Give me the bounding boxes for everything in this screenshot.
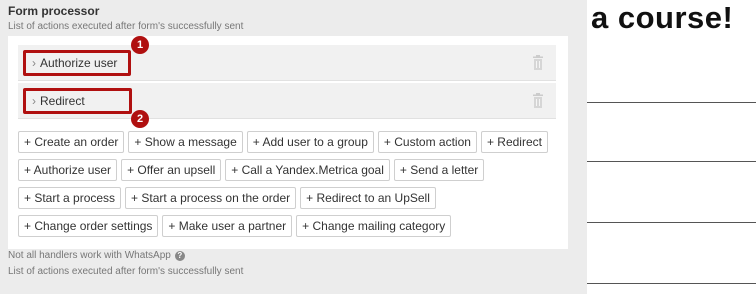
add-make-user-partner-button[interactable]: + Make user a partner <box>162 215 293 237</box>
button-line: + Change order settings + Make user a pa… <box>18 215 548 237</box>
add-offer-upsell-button[interactable]: + Offer an upsell <box>121 159 222 181</box>
add-change-mailing-category-button[interactable]: + Change mailing category <box>296 215 452 237</box>
add-change-order-settings-button[interactable]: + Change order settings <box>18 215 159 237</box>
trash-icon[interactable] <box>532 93 544 109</box>
divider <box>587 161 756 162</box>
button-line: + Create an order + Show a message + Add… <box>18 131 548 153</box>
add-redirect-button[interactable]: + Redirect <box>480 131 548 153</box>
button-line: + Authorize user + Offer an upsell + Cal… <box>18 159 548 181</box>
divider <box>587 102 756 103</box>
whatsapp-note-text: Not all handlers work with WhatsApp <box>8 250 171 261</box>
trash-icon[interactable] <box>532 55 544 71</box>
add-user-to-group-button[interactable]: + Add user to a group <box>246 131 374 153</box>
add-action-buttons: + Create an order + Show a message + Add… <box>18 131 548 243</box>
question-circle-icon[interactable]: ? <box>174 250 185 261</box>
highlight-box <box>23 50 131 76</box>
divider <box>587 222 756 223</box>
step-badge: 2 <box>131 110 149 128</box>
add-send-letter-button[interactable]: + Send a letter <box>393 159 485 181</box>
step-badge: 1 <box>131 36 149 54</box>
add-custom-action-button[interactable]: + Custom action <box>377 131 477 153</box>
divider <box>587 283 756 284</box>
whatsapp-note: Not all handlers work with WhatsApp ? <box>8 250 185 261</box>
add-show-message-button[interactable]: + Show a message <box>128 131 243 153</box>
form-processor-panel: Form processor List of actions executed … <box>0 0 587 294</box>
panel-title: Form processor <box>8 4 100 18</box>
highlight-box <box>23 88 132 114</box>
footer-description: List of actions executed after form's su… <box>8 266 244 277</box>
page-heading: a course! <box>591 0 734 35</box>
add-start-process-button[interactable]: + Start a process <box>18 187 122 209</box>
button-line: + Start a process + Start a process on t… <box>18 187 548 209</box>
add-authorize-user-button[interactable]: + Authorize user <box>18 159 118 181</box>
panel-subtitle: List of actions executed after form's su… <box>8 21 244 32</box>
add-redirect-to-upsell-button[interactable]: + Redirect to an UpSell <box>300 187 436 209</box>
add-create-order-button[interactable]: + Create an order <box>18 131 125 153</box>
add-start-process-on-order-button[interactable]: + Start a process on the order <box>125 187 297 209</box>
add-yandex-metrica-goal-button[interactable]: + Call a Yandex.Metrica goal <box>225 159 390 181</box>
